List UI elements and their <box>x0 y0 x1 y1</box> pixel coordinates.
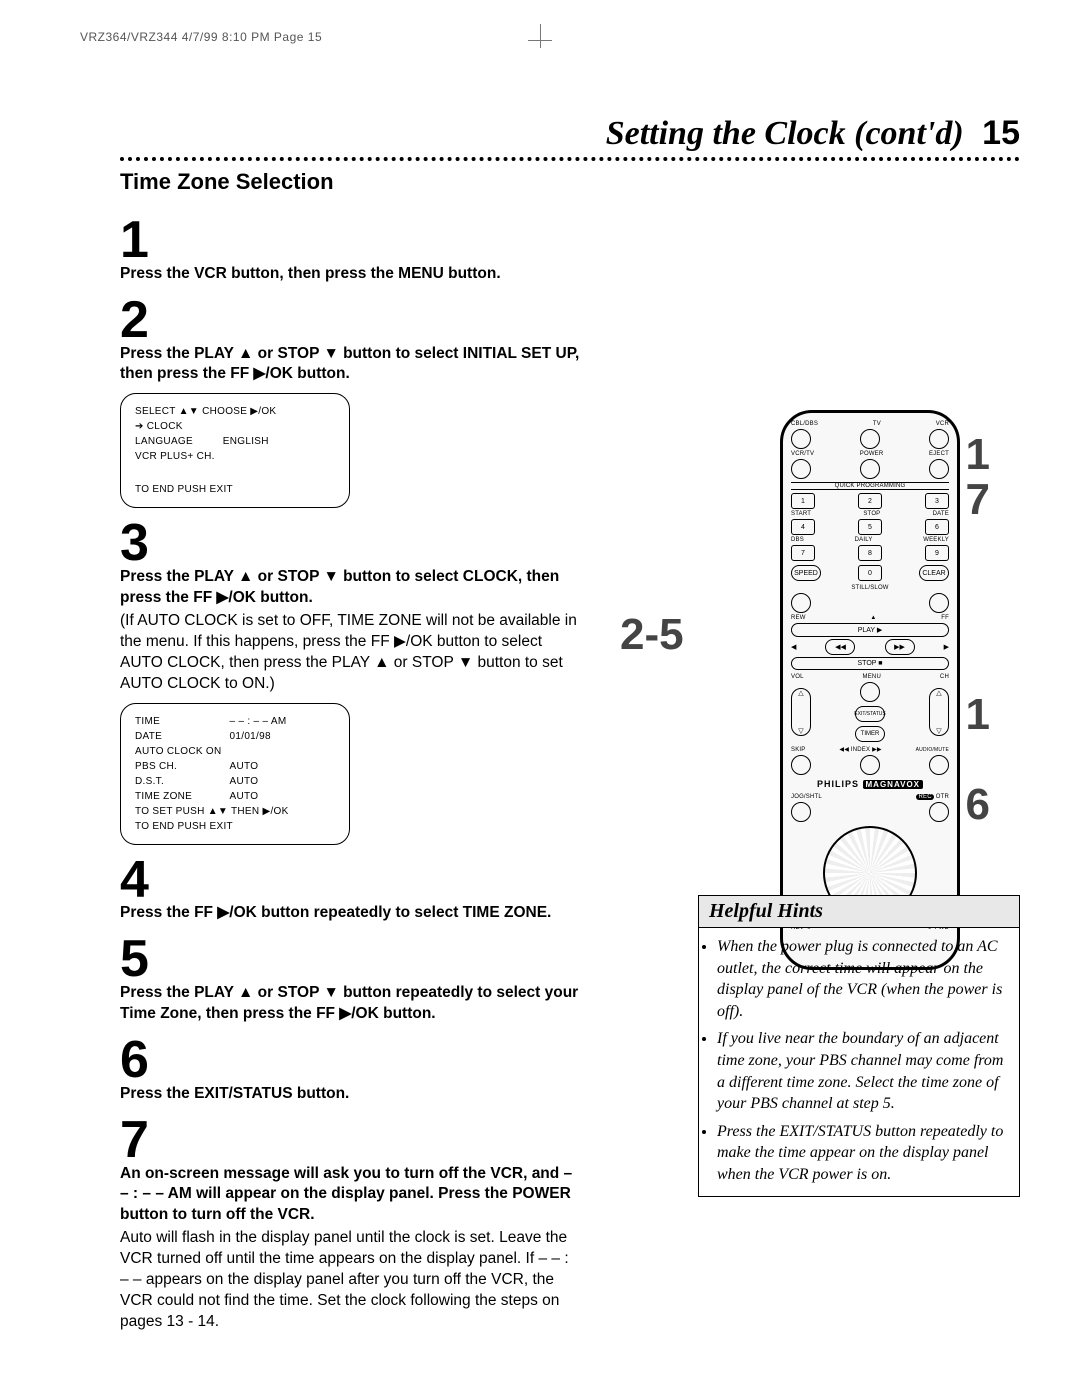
osd-row: PBS CH. <box>135 759 230 774</box>
brand-label: PHILIPS MAGNAVOX <box>791 779 949 789</box>
jog-shtl-button <box>791 802 811 822</box>
audio-button <box>929 755 949 775</box>
play-button: PLAY ▶ <box>791 623 949 637</box>
osd-row: AUTO CLOCK ON <box>135 744 230 759</box>
vcr-tv-button <box>791 459 811 479</box>
stop-button: STOP ■ <box>791 657 949 670</box>
plus-button <box>929 593 949 613</box>
cbl-dbs-button <box>791 429 811 449</box>
keypad-9: 9 <box>925 545 949 561</box>
power-button <box>860 459 880 479</box>
step-number: 5 <box>120 936 580 983</box>
steps-column: 1 Press the VCR button, then press the M… <box>120 205 580 1333</box>
hint-item: If you live near the boundary of an adja… <box>717 1028 1007 1114</box>
clear-button: CLEAR <box>919 565 949 581</box>
osd-screen-2: TIME– – : – – AM DATE01/01/98 AUTO CLOCK… <box>120 703 350 845</box>
callout-1-mid: 1 <box>966 690 990 740</box>
osd-row: DATE <box>135 729 230 744</box>
eject-button <box>929 459 949 479</box>
vol-rocker: △▽ <box>791 688 811 736</box>
page-title-row: Setting the Clock (cont'd) 15 <box>120 114 1020 161</box>
keypad-5: 5 <box>858 519 882 535</box>
step-heading: Press the PLAY ▲ or STOP ▼ button to sel… <box>120 345 579 383</box>
osd-row: ➔ CLOCK <box>135 419 223 434</box>
osd-screen-1: SELECT ▲▼ CHOOSE ▶/OK ➔ CLOCK LANGUAGEEN… <box>120 393 350 508</box>
step-number: 7 <box>120 1117 580 1164</box>
menu-label: MENU <box>863 674 881 680</box>
index-button <box>860 755 880 775</box>
page-number: 15 <box>982 114 1020 152</box>
manual-page: VRZ364/VRZ344 4/7/99 8:10 PM Page 15 Set… <box>0 0 1080 1397</box>
minus-button <box>791 593 811 613</box>
step-number: 2 <box>120 297 580 344</box>
step-number: 1 <box>120 217 580 264</box>
section-heading: Time Zone Selection <box>120 169 1020 195</box>
osd-row: TIME ZONE <box>135 789 230 804</box>
osd-footer: TO END PUSH EXIT <box>135 482 335 497</box>
step-heading: Press the VCR button, then press the MEN… <box>120 265 501 282</box>
ch-rocker: △▽ <box>929 688 949 736</box>
step-number: 4 <box>120 857 580 904</box>
step-body: Auto will flash in the display panel unt… <box>120 1228 580 1333</box>
step-number: 6 <box>120 1037 580 1084</box>
speed-button: SPEED <box>791 565 821 581</box>
callout-7: 7 <box>966 475 990 525</box>
step-body: (If AUTO CLOCK is set to OFF, TIME ZONE … <box>120 611 580 695</box>
callout-2-5: 2-5 <box>620 610 684 660</box>
menu-button <box>860 682 880 702</box>
ff-button: ▶▶ <box>885 639 915 655</box>
step-heading: An on-screen message will ask you to tur… <box>120 1165 572 1224</box>
header-note: VRZ364/VRZ344 4/7/99 8:10 PM Page 15 <box>80 30 1020 44</box>
keypad-6: 6 <box>925 519 949 535</box>
still-slow-label: STILL/SLOW <box>791 585 949 591</box>
page-title: Setting the Clock (cont'd) <box>606 115 964 152</box>
rec-otr-button <box>929 802 949 822</box>
osd-row: D.S.T. <box>135 774 230 789</box>
tv-button <box>860 429 880 449</box>
hints-title: Helpful Hints <box>699 896 1019 928</box>
step-heading: Press the PLAY ▲ or STOP ▼ button repeat… <box>120 984 578 1022</box>
rew-button: ◀◀ <box>825 639 855 655</box>
callout-1-top: 1 <box>966 430 990 480</box>
remote-control-diagram: CBL/DBSTVVCR VCR/TVPOWEREJECT QUICK PROG… <box>780 410 960 970</box>
keypad-8: 8 <box>858 545 882 561</box>
hint-item: When the power plug is connected to an A… <box>717 936 1007 1022</box>
osd-row: TIME <box>135 714 230 729</box>
keypad-3: 3 <box>925 493 949 509</box>
keypad-7: 7 <box>791 545 815 561</box>
step-heading: Press the FF ▶/OK button repeatedly to s… <box>120 904 551 921</box>
step-number: 3 <box>120 520 580 567</box>
vcr-button <box>929 429 949 449</box>
osd-row: VCR PLUS+ CH. <box>135 449 223 464</box>
keypad-2: 2 <box>858 493 882 509</box>
keypad-0: 0 <box>858 565 882 581</box>
osd-row: LANGUAGE <box>135 434 223 449</box>
crop-mark <box>530 30 550 50</box>
quick-programming-label: QUICK PROGRAMMING <box>791 482 949 490</box>
callout-6: 6 <box>966 780 990 830</box>
helpful-hints-box: Helpful Hints When the power plug is con… <box>698 895 1020 1197</box>
osd-footer: TO SET PUSH ▲▼ THEN ▶/OK <box>135 804 335 819</box>
step-heading: Press the PLAY ▲ or STOP ▼ button to sel… <box>120 568 559 606</box>
exit-status-button: EXIT/STATUS <box>855 706 885 722</box>
osd-header: SELECT ▲▼ CHOOSE ▶/OK <box>135 404 335 419</box>
skip-button <box>791 755 811 775</box>
step-heading: Press the EXIT/STATUS button. <box>120 1085 349 1102</box>
osd-footer: TO END PUSH EXIT <box>135 819 335 834</box>
keypad-1: 1 <box>791 493 815 509</box>
timer-button: TIMER <box>855 726 885 742</box>
hint-item: Press the EXIT/STATUS button repeatedly … <box>717 1121 1007 1186</box>
keypad-4: 4 <box>791 519 815 535</box>
